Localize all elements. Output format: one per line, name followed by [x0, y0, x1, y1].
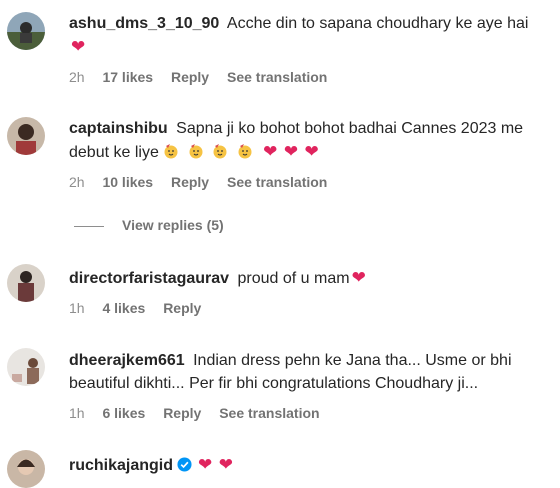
heart-icon: ❤	[198, 455, 213, 474]
avatar[interactable]	[7, 450, 45, 488]
like-count[interactable]: 6 likes	[102, 405, 145, 421]
comment-time: 2h	[69, 174, 85, 190]
comment-text: ashu_dms_3_10_90 Acche din to sapana cho…	[69, 12, 553, 59]
comment-username[interactable]: directorfaristagaurav	[69, 270, 229, 287]
comment-meta: 2h 17 likes Reply See translation	[69, 69, 341, 85]
view-replies-button[interactable]: View replies (5)	[74, 217, 224, 233]
heart-icon: ❤	[263, 142, 278, 161]
avatar[interactable]	[7, 348, 45, 386]
verified-badge-icon	[177, 457, 192, 472]
partying-face-icon	[213, 144, 227, 159]
comment-body: Acche din to sapana choudhary ke aye hai	[226, 15, 529, 32]
comment-text: dheerajkem661 Indian dress pehn ke Jana …	[69, 349, 553, 395]
heart-icon: ❤	[351, 268, 366, 287]
see-translation-button[interactable]: See translation	[219, 405, 319, 421]
comment-meta: 2h 10 likes Reply See translation	[69, 174, 341, 190]
partying-face-icon	[164, 144, 178, 159]
reply-button[interactable]: Reply	[163, 405, 201, 421]
comment-username[interactable]: captainshibu	[69, 120, 168, 137]
heart-icon: ❤	[71, 37, 86, 56]
like-count[interactable]: 4 likes	[102, 300, 145, 316]
comment-time: 1h	[69, 300, 85, 316]
comment-time: 1h	[69, 405, 85, 421]
avatar[interactable]	[7, 12, 45, 50]
reply-button[interactable]: Reply	[171, 174, 209, 190]
see-translation-button[interactable]: See translation	[227, 174, 327, 190]
like-count[interactable]: 17 likes	[102, 69, 153, 85]
partying-face-icon	[189, 144, 203, 159]
comment-time: 2h	[69, 69, 85, 85]
heart-icon: ❤	[218, 455, 233, 474]
divider	[74, 225, 104, 227]
like-count[interactable]: 10 likes	[102, 174, 153, 190]
partying-face-icon	[238, 144, 252, 159]
comment-username[interactable]: dheerajkem661	[69, 352, 185, 369]
comment-meta: 1h 6 likes Reply See translation	[69, 405, 334, 421]
heart-icon: ❤	[283, 142, 299, 161]
comment-meta: 1h 4 likes Reply	[69, 300, 215, 316]
view-replies-label: View replies (5)	[122, 217, 224, 233]
heart-icon: ❤	[304, 142, 319, 161]
see-translation-button[interactable]: See translation	[227, 69, 327, 85]
comment-text: ruchikajangid ❤ ❤	[69, 453, 553, 477]
comment-text: captainshibu Sapna ji ko bohot bohot bad…	[69, 117, 553, 164]
comment-text: directorfaristagaurav proud of u mam ❤	[69, 266, 553, 290]
avatar[interactable]	[7, 117, 45, 155]
avatar[interactable]	[7, 264, 45, 302]
reply-button[interactable]: Reply	[171, 69, 209, 85]
comment-username[interactable]: ruchikajangid	[69, 457, 173, 474]
comment-username[interactable]: ashu_dms_3_10_90	[69, 15, 219, 32]
comment-body: proud of u mam	[237, 270, 350, 287]
reply-button[interactable]: Reply	[163, 300, 201, 316]
